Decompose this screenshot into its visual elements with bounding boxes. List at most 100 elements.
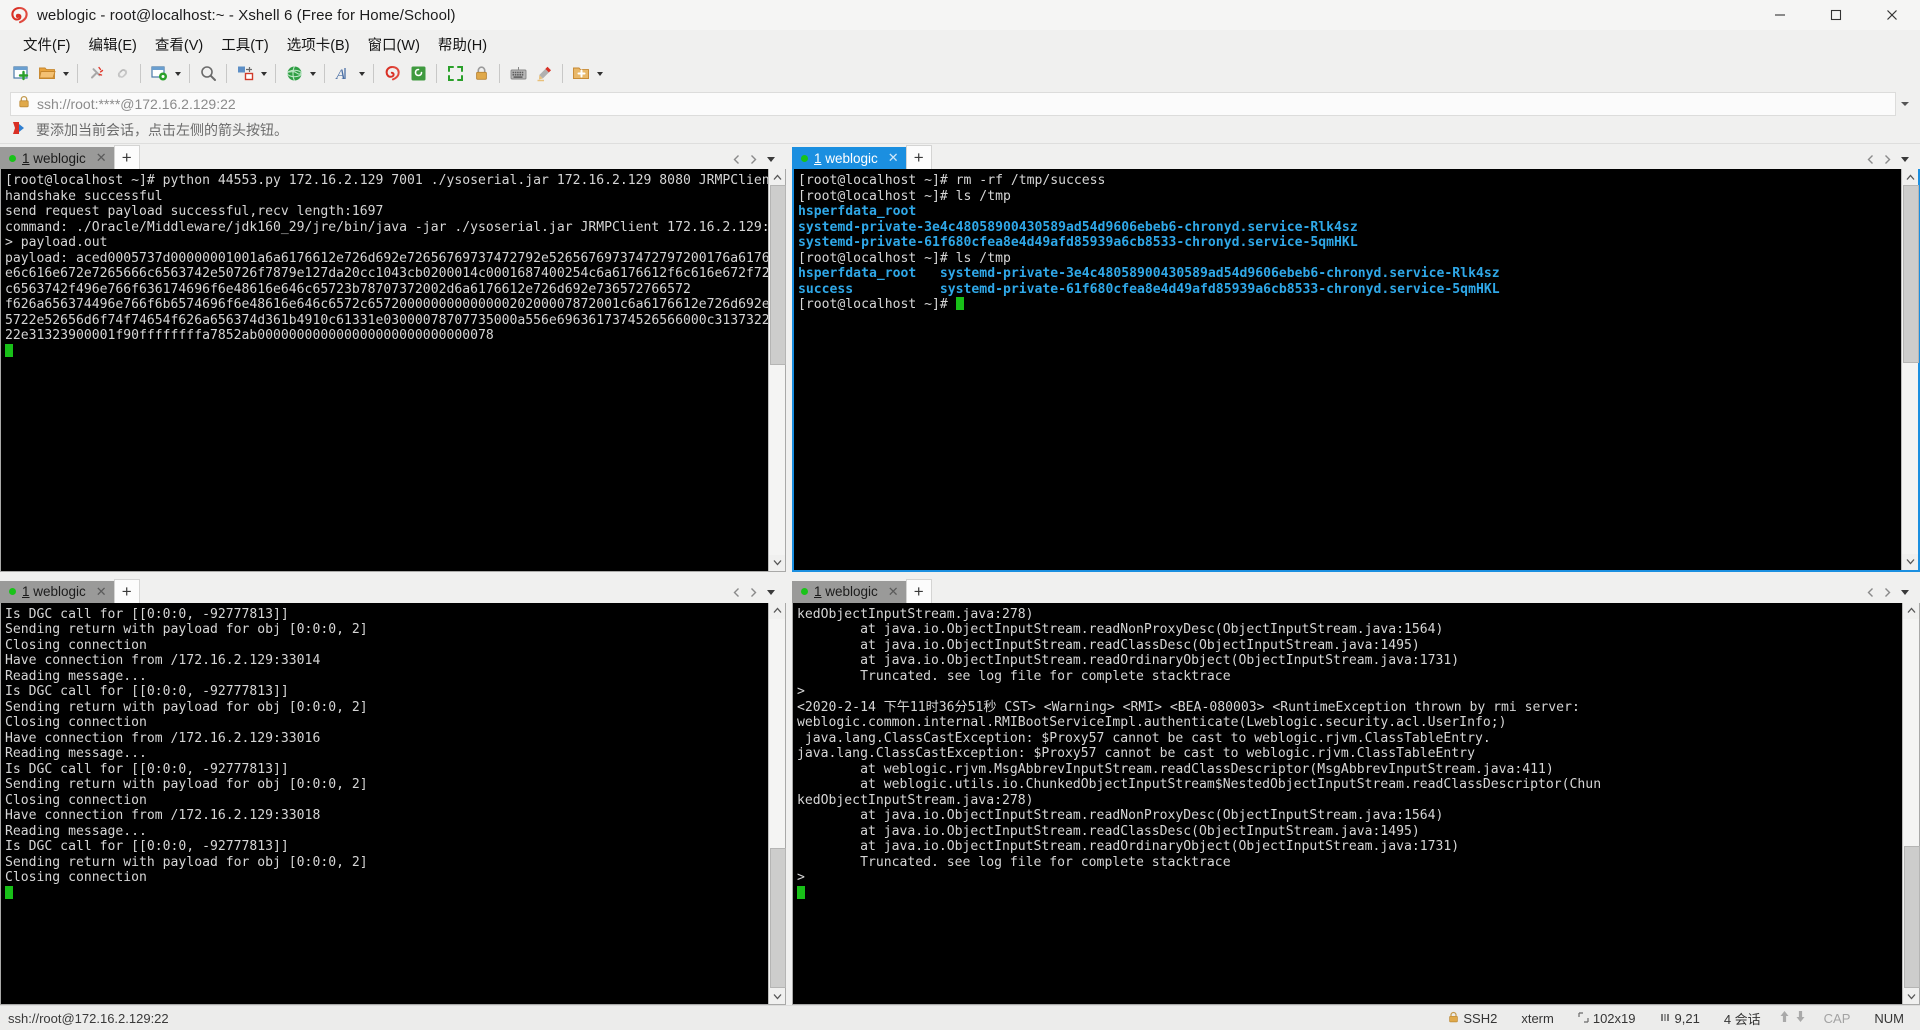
- terminal-line: hsperfdata_root systemd-private-3e4c4805…: [798, 266, 1500, 281]
- tab-scroll-left-icon[interactable]: [730, 152, 743, 166]
- fullscreen-icon[interactable]: [442, 61, 468, 87]
- globe-icon[interactable]: [281, 61, 307, 87]
- close-button[interactable]: [1864, 0, 1920, 30]
- font-dropdown-caret-icon[interactable]: [356, 62, 368, 86]
- scrollbar-top-right[interactable]: [1901, 169, 1919, 570]
- terminal-line: at weblogic.utils.io.ChunkedObjectInputS…: [797, 777, 1602, 792]
- maximize-button[interactable]: [1808, 0, 1864, 30]
- new-tab-button-bottom-left[interactable]: +: [113, 578, 140, 603]
- lock-icon: [1448, 1011, 1459, 1026]
- scroll-up-icon[interactable]: [1903, 602, 1919, 619]
- scrollbar-thumb[interactable]: [1903, 185, 1919, 363]
- terminal-bottom-right[interactable]: kedObjectInputStream.java:278) at java.i…: [793, 602, 1902, 1004]
- tab-close-icon[interactable]: ✕: [888, 584, 899, 600]
- menu-view[interactable]: 查看(V): [146, 31, 212, 58]
- terminal-bottom-left[interactable]: Is DGC call for [[0:0:0, -92777813]] Send…: [1, 602, 768, 1004]
- scroll-down-icon[interactable]: [1903, 988, 1919, 1004]
- scrollbar-top-left[interactable]: [768, 169, 786, 571]
- tab-weblogic-bottom-left[interactable]: 1 weblogic ✕: [0, 580, 114, 603]
- chevron-down-icon[interactable]: [1896, 101, 1914, 106]
- tab-close-icon[interactable]: ✕: [96, 150, 107, 166]
- menu-tabs[interactable]: 选项卡(B): [278, 31, 359, 58]
- open-folder-dropdown-caret-icon[interactable]: [60, 62, 72, 86]
- font-icon[interactable]: A: [330, 61, 356, 87]
- scroll-down-icon[interactable]: [1902, 553, 1918, 570]
- terminal-wrap-bottom-left: Is DGC call for [[0:0:0, -92777813]] Send…: [0, 602, 786, 1005]
- terminal-top-right[interactable]: [root@localhost ~]# rm -rf /tmp/success[…: [794, 169, 1901, 570]
- cursor-pos-icon: [1660, 1011, 1671, 1026]
- terminal-line: [5, 343, 768, 360]
- terminal-line: java.lang.ClassCastException: $Proxy57 c…: [797, 730, 1491, 746]
- scrollbar-thumb[interactable]: [770, 848, 786, 988]
- scroll-down-icon[interactable]: [769, 988, 785, 1004]
- xshell-icon[interactable]: [379, 61, 405, 87]
- reconnect-icon[interactable]: [109, 61, 135, 87]
- lock-icon[interactable]: [468, 61, 494, 87]
- terminal-line: at java.io.ObjectInputStream.readClassDe…: [797, 637, 1420, 653]
- menu-tools[interactable]: 工具(T): [212, 31, 278, 58]
- menu-file[interactable]: 文件(F): [14, 31, 80, 58]
- tab-list-menu-icon[interactable]: [1898, 152, 1912, 166]
- terminal-top-left[interactable]: [root@localhost ~]# python 44553.py 172.…: [1, 169, 768, 571]
- add-folder-icon[interactable]: [568, 61, 594, 87]
- tab-close-icon[interactable]: ✕: [888, 150, 899, 166]
- highlight-icon[interactable]: [531, 61, 557, 87]
- tab-weblogic-top-right[interactable]: 1 weblogic ✕: [792, 147, 906, 169]
- terminal-line: 22e31323900001f90ffffffffa7852ab00000000…: [5, 328, 494, 343]
- scroll-up-icon[interactable]: [769, 602, 785, 619]
- tab-close-icon[interactable]: ✕: [96, 584, 107, 600]
- tab-scroll-right-icon[interactable]: [747, 152, 760, 166]
- scrollbar-track[interactable]: [1902, 185, 1919, 554]
- scrollbar-track[interactable]: [1903, 618, 1920, 988]
- tab-scroll-left-icon[interactable]: [1864, 586, 1877, 600]
- tab-list-menu-icon[interactable]: [1898, 586, 1912, 600]
- address-input[interactable]: ssh://root:****@172.16.2.129:22: [10, 91, 1896, 116]
- scrollbar-track[interactable]: [769, 185, 786, 555]
- open-folder-icon[interactable]: [34, 61, 60, 87]
- tab-scroll-left-icon[interactable]: [1864, 152, 1877, 166]
- keyboard-icon[interactable]: [505, 61, 531, 87]
- menu-help[interactable]: 帮助(H): [429, 31, 496, 58]
- session-properties-icon[interactable]: [146, 61, 172, 87]
- scroll-up-icon[interactable]: [769, 169, 785, 185]
- file-transfer-dropdown-caret-icon[interactable]: [258, 62, 270, 86]
- new-session-icon[interactable]: [8, 61, 34, 87]
- tab-scroll-right-icon[interactable]: [1881, 586, 1894, 600]
- scroll-up-icon[interactable]: [1902, 169, 1918, 185]
- tab-scroll-left-icon[interactable]: [730, 586, 743, 600]
- status-bar: ssh://root@172.16.2.129:22 SSH2 xterm 10…: [0, 1005, 1920, 1030]
- tab-weblogic-bottom-right[interactable]: 1 weblogic ✕: [792, 580, 906, 603]
- scrollbar-bottom-left[interactable]: [768, 602, 786, 1004]
- tab-list-menu-icon[interactable]: [764, 152, 778, 166]
- new-tab-button-top-left[interactable]: +: [113, 145, 140, 169]
- size-icon: [1578, 1011, 1589, 1026]
- terminal-line: Closing connection: [5, 715, 147, 730]
- menu-edit[interactable]: 编辑(E): [80, 31, 146, 58]
- globe-dropdown-caret-icon[interactable]: [307, 62, 319, 86]
- terminal-line: e6c616e672e7265666c6563742e50726f7879e12…: [5, 266, 768, 281]
- add-folder-dropdown-caret-icon[interactable]: [594, 62, 606, 86]
- disconnect-icon[interactable]: [83, 61, 109, 87]
- terminal-line: Sending return with payload for obj [0:0…: [5, 622, 368, 637]
- menu-window[interactable]: 窗口(W): [359, 31, 429, 58]
- scroll-down-icon[interactable]: [769, 554, 785, 571]
- scrollbar-thumb[interactable]: [1904, 846, 1920, 988]
- tab-list-menu-icon[interactable]: [764, 586, 778, 600]
- session-properties-dropdown-caret-icon[interactable]: [172, 62, 184, 86]
- terminal-line: [root@localhost ~]# python 44553.py 172.…: [5, 173, 768, 188]
- minimize-button[interactable]: [1752, 0, 1808, 30]
- scrollbar-track[interactable]: [769, 618, 786, 988]
- new-tab-button-bottom-right[interactable]: +: [905, 578, 932, 603]
- tab-scroll-right-icon[interactable]: [747, 586, 760, 600]
- tab-scroll-right-icon[interactable]: [1881, 152, 1894, 166]
- new-tab-button-top-right[interactable]: +: [905, 145, 932, 169]
- notice-bar: 要添加当前会话，点击左侧的箭头按钮。: [0, 117, 1920, 144]
- scrollbar-thumb[interactable]: [770, 185, 786, 365]
- status-size: 102x19: [1566, 1011, 1648, 1026]
- scrollbar-bottom-right[interactable]: [1902, 602, 1920, 1004]
- find-icon[interactable]: [195, 61, 221, 87]
- xftp-icon[interactable]: [405, 61, 431, 87]
- terminal-line: payload: aced0005737d00000001001a6a61766…: [5, 250, 768, 266]
- tab-weblogic-top-left[interactable]: 1 weblogic ✕: [0, 147, 114, 169]
- file-transfer-icon[interactable]: [232, 61, 258, 87]
